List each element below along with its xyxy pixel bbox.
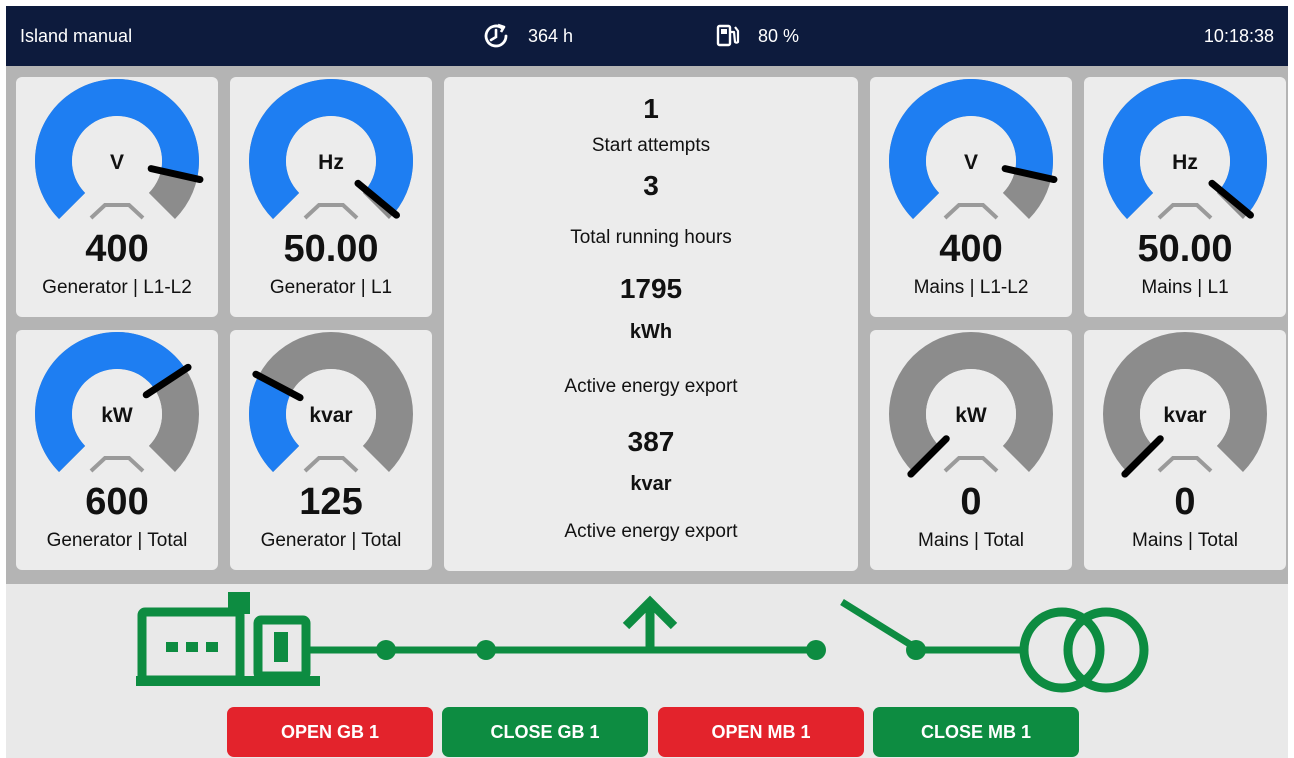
gauge-label: Mains | L1-L2 [913,277,1029,298]
gauge-value: 50.00 [283,228,379,270]
transformer-icon [1019,607,1149,693]
gauge-dial: kvar [249,332,413,473]
diagram-canvas [136,592,1149,693]
single-line-diagram: OPEN GB 1 CLOSE GB 1 OPEN MB 1 CLOSE MB … [6,584,1288,758]
running-hours-value: 3 [643,170,659,201]
gauge-value: 600 [85,481,149,523]
gauge-bracket [943,203,999,220]
gauge-card-gen-reactive[interactable]: kvar 125 Generator | Total [230,330,432,570]
open-mb-button[interactable]: OPEN MB 1 [658,707,864,757]
gauge-label: Mains | L1 [1141,277,1229,298]
busbar-node [476,640,496,660]
clock-refresh-icon [484,23,508,48]
gauge-label: Generator | Total [46,530,188,551]
measurement-panel: V 400 Generator | L1-L2 Hz 50.00 Generat… [6,66,1288,584]
gauge-label: Generator | Total [260,530,402,551]
gauge-bracket [303,203,359,220]
gauge-bracket [943,456,999,473]
gauge-unit: kvar [1163,404,1206,427]
operating-mode: Island manual [20,26,133,46]
gauge-unit: kvar [309,404,352,427]
load-arrow-icon [622,595,678,650]
gauge-unit: kW [955,404,987,427]
gauge-unit: Hz [318,151,344,174]
gauge-dial: Hz [1103,78,1267,220]
gauge-card-mains-reactive[interactable]: kvar 0 Mains | Total [1084,330,1286,570]
active-energy-value: 1795 [619,273,683,304]
gauge-card-gen-voltage[interactable]: V 400 Generator | L1-L2 [16,77,218,317]
gauge-value: 0 [1174,481,1196,523]
gauge-card-mains-voltage[interactable]: V 400 Mains | L1-L2 [870,77,1072,317]
gauge-label: Mains | Total [1132,530,1238,551]
close-gb-button[interactable]: CLOSE GB 1 [442,707,648,757]
open-gb-button[interactable]: OPEN GB 1 [227,707,433,757]
gauge-card-gen-frequency[interactable]: Hz 50.00 Generator | L1 [230,77,432,317]
gauge-value: 400 [85,228,149,270]
fuel-pump-icon [716,24,740,47]
gauge-dial: kW [34,331,200,473]
gauge-card-gen-power[interactable]: kW 600 Generator | Total [16,330,218,570]
status-bar: Island manual 364 h 80 % 10:18:38 [6,6,1288,66]
gauge-bracket [89,203,145,220]
gauge-label: Generator | L1-L2 [42,277,192,298]
reactive-energy-unit: kvar [630,473,672,495]
clock: 10:18:38 [1203,26,1274,46]
gauge-dial: V [889,78,1058,220]
gauge-value: 125 [299,481,363,523]
reactive-energy-value: 387 [627,426,675,457]
fuel-level: 80 % [758,26,800,46]
gauge-dial: kvar [1103,332,1267,478]
busbar-node [806,640,826,660]
gauge-dial: kW [889,332,1053,478]
gauge-card-mains-frequency[interactable]: Hz 50.00 Mains | L1 [1084,77,1286,317]
gauge-unit: Hz [1172,151,1198,174]
gauge-label: Mains | Total [918,530,1024,551]
gauge-unit: V [964,151,978,174]
gauge-unit: kW [101,404,133,427]
gauge-dial: V [34,78,204,220]
active-energy-unit: kWh [629,321,673,343]
generator-icon [136,592,320,686]
gauge-bracket [1157,456,1213,473]
gauge-bracket [303,456,359,473]
gauge-bracket [1157,203,1213,220]
mains-breaker-open [840,599,918,651]
busbar-node [376,640,396,660]
active-energy-label: Active energy export [564,376,738,397]
gauge-card-mains-power[interactable]: kW 0 Mains | Total [870,330,1072,570]
close-mb-button[interactable]: CLOSE MB 1 [873,707,1079,757]
reactive-energy-label: Active energy export [564,521,738,542]
running-hours-label: Total running hours [570,227,732,248]
gauge-value: 0 [960,481,982,523]
start-attempts-value: 1 [643,93,659,124]
gauge-label: Generator | L1 [269,277,393,298]
running-hours: 364 h [528,26,574,46]
gauge-value: 400 [939,228,1003,270]
counters-panel: 1 Start attempts 3 Total running hours 1… [444,77,858,571]
gauge-value: 50.00 [1137,228,1233,270]
gauge-dial: Hz [249,78,413,220]
gauge-unit: V [110,151,124,174]
gauge-bracket [89,456,145,473]
start-attempts-label: Start attempts [591,135,711,156]
